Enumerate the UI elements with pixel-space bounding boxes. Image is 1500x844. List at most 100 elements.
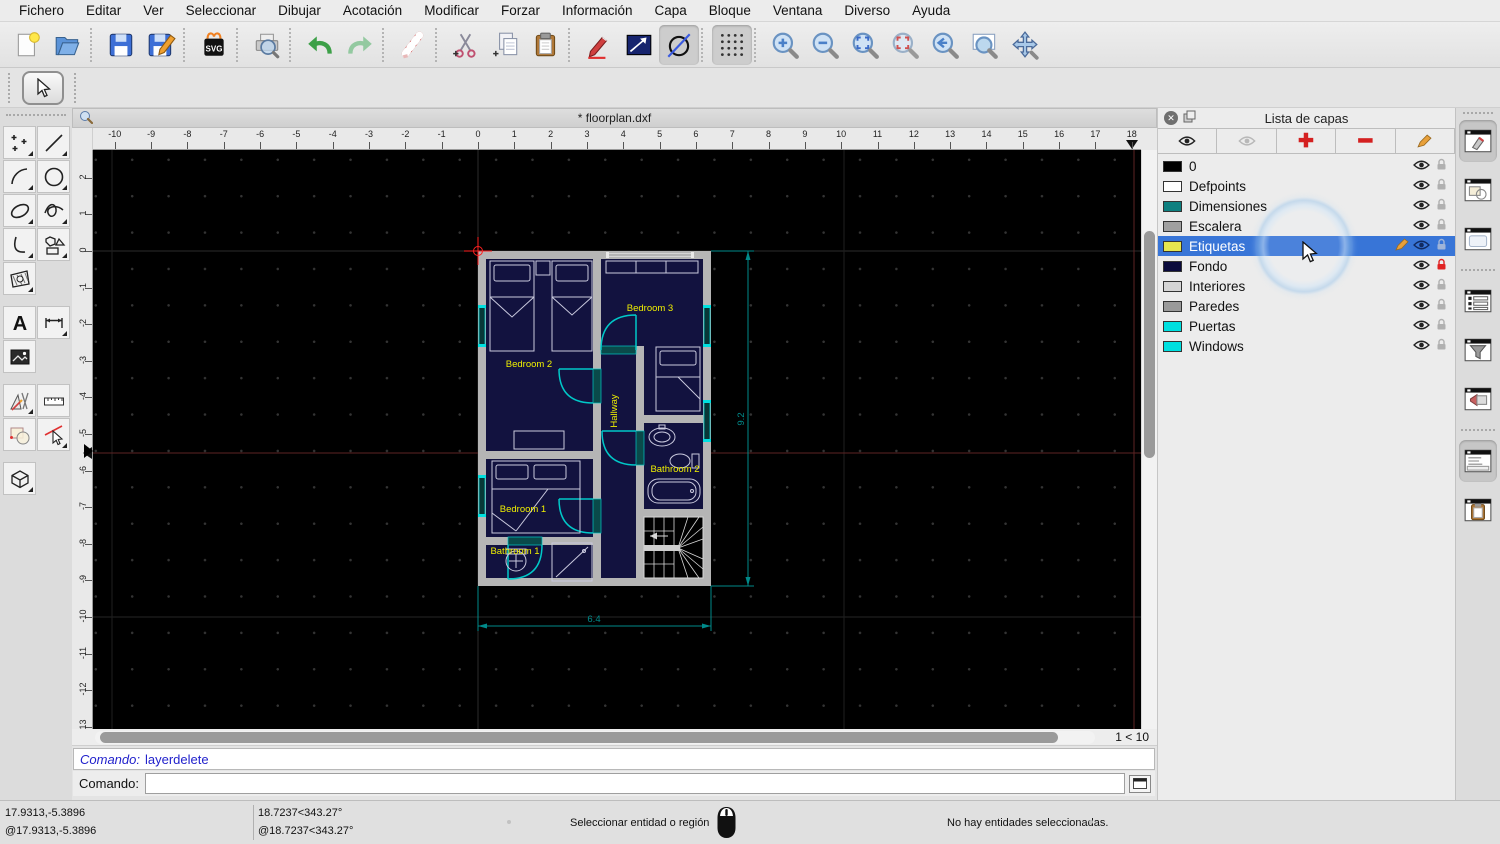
polyline-tool-button[interactable] — [3, 228, 36, 261]
horizontal-scrollbar-thumb[interactable] — [100, 731, 1058, 743]
layer-visibility-icon[interactable] — [1413, 279, 1435, 294]
3d-box-tool-button[interactable] — [3, 462, 36, 495]
palette-drag-handle[interactable] — [6, 114, 66, 122]
print-preview-button[interactable] — [247, 25, 287, 65]
delete-entities-button[interactable] — [393, 25, 433, 65]
remove-layer-button[interactable]: ━ — [1336, 128, 1396, 153]
add-layer-button[interactable]: ✚ — [1276, 129, 1337, 153]
dimension-tool-button[interactable] — [37, 306, 70, 339]
menu-item[interactable]: Dibujar — [267, 0, 332, 22]
grid-toggle-button[interactable] — [712, 24, 752, 65]
measure-tool-button[interactable] — [37, 384, 70, 417]
menu-item[interactable]: Ayuda — [901, 0, 961, 22]
close-panel-icon[interactable]: ✕ — [1164, 111, 1178, 125]
modify-shapes-button[interactable] — [3, 418, 36, 451]
drawing-canvas[interactable]: Bedroom 2 Bedroom 3 Bedroom 1 Bathroom 1… — [93, 150, 1141, 729]
zoom-out-button[interactable] — [805, 25, 845, 65]
save-button[interactable] — [101, 25, 141, 65]
list-panel-button[interactable] — [1459, 280, 1497, 322]
line-attributes-button[interactable] — [619, 25, 659, 65]
layer-row-etiquetas[interactable]: Etiquetas — [1158, 236, 1455, 256]
redo-button[interactable] — [340, 25, 380, 65]
zoom-pan-button[interactable] — [1005, 25, 1045, 65]
menu-item[interactable]: Editar — [75, 0, 132, 22]
draft-ortho-button[interactable] — [659, 24, 699, 65]
open-file-button[interactable] — [48, 25, 88, 65]
menu-item[interactable]: Forzar — [490, 0, 551, 22]
zoom-auto-button[interactable] — [845, 25, 885, 65]
layer-visibility-icon[interactable] — [1413, 159, 1435, 174]
save-as-button[interactable] — [141, 25, 181, 65]
layer-visibility-icon[interactable] — [1413, 259, 1435, 274]
menu-item[interactable]: Ver — [132, 0, 174, 22]
menu-item[interactable]: Seleccionar — [175, 0, 268, 22]
new-document-button[interactable] — [8, 25, 48, 65]
layer-lock-icon[interactable] — [1435, 278, 1451, 294]
blank-panel-button[interactable] — [1459, 218, 1497, 260]
undock-panel-icon[interactable] — [1183, 110, 1196, 126]
menu-item[interactable]: Diverso — [833, 0, 901, 22]
layer-row-escalera[interactable]: Escalera — [1158, 216, 1455, 236]
layer-visibility-icon[interactable] — [1413, 219, 1435, 234]
layer-lock-icon[interactable] — [1435, 258, 1451, 274]
layer-lock-icon[interactable] — [1435, 318, 1451, 334]
layer-row-defpoints[interactable]: Defpoints — [1158, 176, 1455, 196]
points-tool-button[interactable] — [3, 126, 36, 159]
cut-button[interactable] — [446, 25, 486, 65]
undo-button[interactable] — [300, 25, 340, 65]
menu-item[interactable]: Bloque — [698, 0, 762, 22]
menu-item[interactable]: Fichero — [8, 0, 75, 22]
layer-visibility-icon[interactable] — [1413, 299, 1435, 314]
layer-lock-icon[interactable] — [1435, 338, 1451, 354]
select-arrow-button[interactable] — [22, 70, 64, 105]
layer-lock-icon[interactable] — [1435, 298, 1451, 314]
zoom-in-button[interactable] — [765, 25, 805, 65]
layer-visibility-icon[interactable] — [1413, 199, 1435, 214]
layer-row-interiores[interactable]: Interiores — [1158, 276, 1455, 296]
layer-row-paredes[interactable]: Paredes — [1158, 296, 1455, 316]
paste-button[interactable] — [526, 25, 566, 65]
layer-row-windows[interactable]: Windows — [1158, 336, 1455, 356]
menu-item[interactable]: Ventana — [762, 0, 834, 22]
zoom-previous-button[interactable] — [925, 25, 965, 65]
menu-item[interactable]: Información — [551, 0, 644, 22]
shapes-panel-button[interactable] — [1459, 169, 1497, 211]
toolbar-drag-handle[interactable] — [8, 72, 16, 103]
document-title-bar[interactable]: * floorplan.dxf — [72, 108, 1157, 128]
select-entities-button[interactable] — [37, 418, 70, 451]
spline-tool-button[interactable] — [37, 194, 70, 227]
layer-visibility-icon[interactable] — [1413, 319, 1435, 334]
pen-edit-button[interactable] — [579, 25, 619, 65]
command-input[interactable] — [144, 773, 1125, 794]
zoom-selected-button[interactable] — [885, 25, 925, 65]
layer-row-fondo[interactable]: Fondo — [1158, 256, 1455, 276]
menu-item[interactable]: Capa — [644, 0, 698, 22]
layer-row-dimensiones[interactable]: Dimensiones — [1158, 196, 1455, 216]
horizontal-scrollbar[interactable] — [95, 730, 1095, 744]
layer-visibility-icon[interactable] — [1413, 179, 1435, 194]
layer-lock-icon[interactable] — [1435, 178, 1451, 194]
announce-panel-button[interactable] — [1459, 378, 1497, 420]
pen-palette-panel-button[interactable] — [1459, 120, 1497, 162]
vertical-scrollbar-thumb[interactable] — [1144, 231, 1155, 458]
polygon-tool-button[interactable] — [37, 228, 70, 261]
layer-row-puertas[interactable]: Puertas — [1158, 316, 1455, 336]
text-tool-button[interactable]: A — [3, 306, 36, 339]
layer-row-0[interactable]: 0 — [1158, 156, 1455, 176]
layer-lock-icon[interactable] — [1435, 198, 1451, 214]
line-tool-button[interactable] — [37, 126, 70, 159]
palette-collapse-arrow[interactable] — [84, 444, 93, 458]
layer-lock-icon[interactable] — [1435, 158, 1451, 174]
vertical-scrollbar[interactable] — [1141, 150, 1157, 729]
drafting-tools-button[interactable] — [3, 384, 36, 417]
export-svg-button[interactable]: SVG — [194, 25, 234, 65]
arc-tool-button[interactable] — [3, 160, 36, 193]
circle-tool-button[interactable] — [37, 160, 70, 193]
layer-visibility-icon[interactable] — [1413, 339, 1435, 354]
copy-button[interactable] — [486, 25, 526, 65]
keyboard-toggle-button[interactable] — [1129, 774, 1151, 793]
dock-drag-handle[interactable] — [1463, 112, 1493, 114]
image-tool-button[interactable] — [3, 340, 36, 373]
layer-lock-icon[interactable] — [1435, 218, 1451, 234]
show-all-layers-button[interactable] — [1158, 129, 1218, 153]
